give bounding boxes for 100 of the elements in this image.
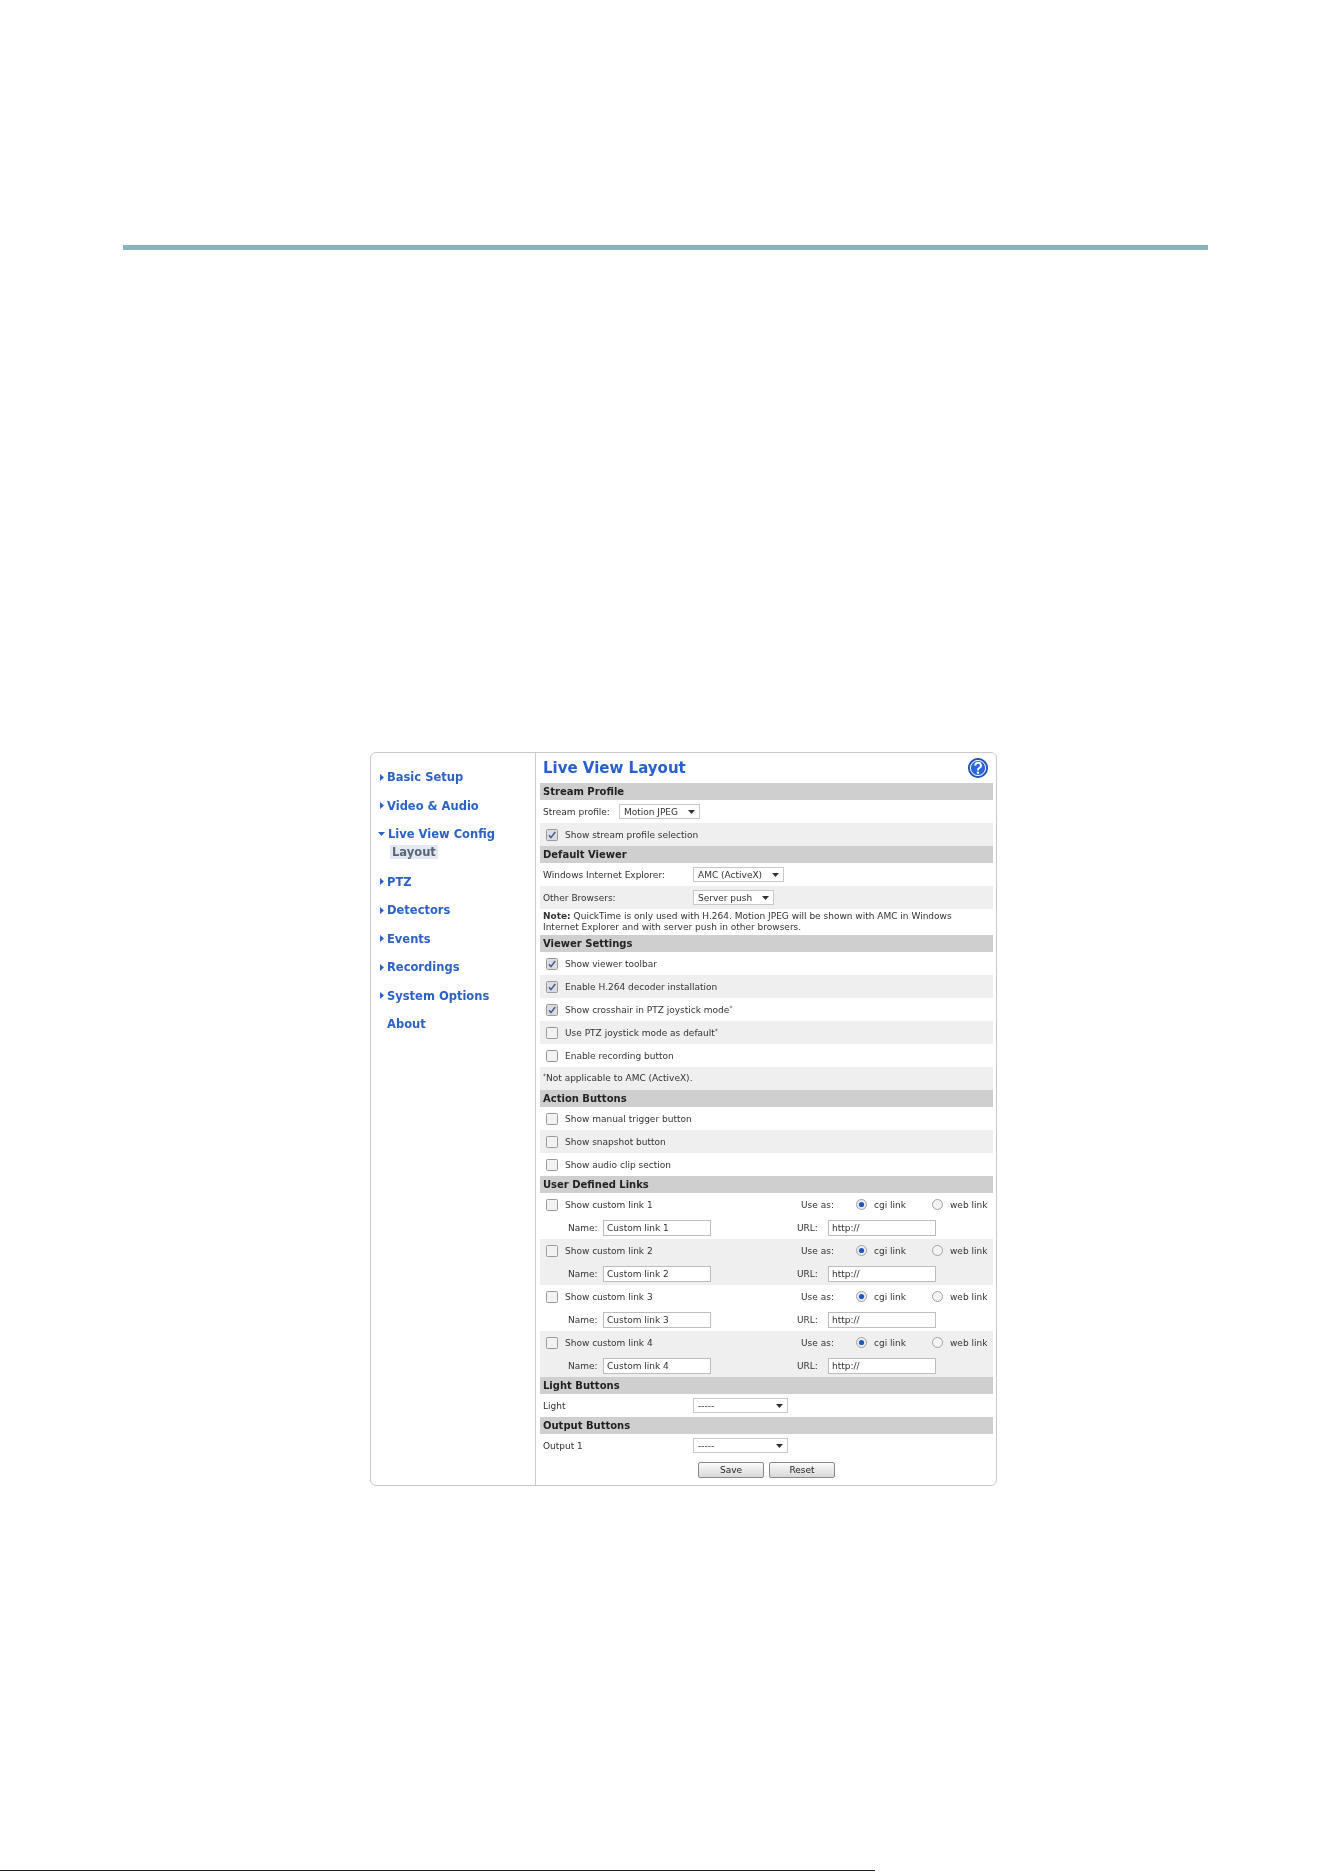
checkbox-label: Show manual trigger button <box>565 1113 692 1124</box>
text-field[interactable]: Custom link 2 <box>603 1265 711 1282</box>
field-label: Name: <box>568 1268 599 1279</box>
text-field[interactable]: http:// <box>828 1357 936 1374</box>
checkbox-label: Show custom link 4 <box>565 1337 653 1348</box>
text-field[interactable]: Custom link 1 <box>603 1219 711 1236</box>
sidebar-link[interactable]: System Options <box>380 988 490 1003</box>
checkbox[interactable] <box>546 1112 558 1125</box>
radio-button[interactable] <box>932 1199 943 1210</box>
text-field[interactable]: http:// <box>828 1265 936 1282</box>
field-label: Use as: <box>801 1337 835 1348</box>
radio-button[interactable] <box>856 1337 867 1348</box>
radio-label: cgi link <box>874 1199 906 1210</box>
checkbox-label: Enable H.264 decoder installation <box>565 981 718 992</box>
radio-label: web link <box>950 1245 988 1256</box>
caret-down-icon <box>776 1443 783 1448</box>
checkbox[interactable] <box>546 1049 558 1062</box>
section-header: Default Viewer <box>540 846 993 863</box>
text-field[interactable]: http:// <box>828 1311 936 1328</box>
checkbox-label: Show custom link 2 <box>565 1245 653 1256</box>
radio-button[interactable] <box>932 1291 943 1302</box>
section-header: Action Buttons <box>540 1090 993 1107</box>
field-label: Other Browsers: <box>543 892 617 903</box>
radio-label: web link <box>950 1199 988 1210</box>
checkbox-label: Show viewer toolbar <box>565 958 657 969</box>
field-label: Light <box>543 1400 567 1411</box>
checkbox[interactable] <box>546 1135 558 1148</box>
section-header: Stream Profile <box>540 783 993 800</box>
field-label: URL: <box>797 1222 819 1233</box>
field-label: Stream profile: <box>543 806 610 817</box>
text-field[interactable]: Custom link 4 <box>603 1357 711 1374</box>
caret-down-icon <box>776 1403 783 1408</box>
help-icon[interactable] <box>968 758 988 778</box>
field-label: Use as: <box>801 1291 835 1302</box>
field-label: Name: <box>568 1314 599 1325</box>
sidebar-subitem[interactable]: Layout <box>390 845 438 859</box>
checkbox-label: Use PTZ joystick mode as default$^{*}$ <box>565 1027 718 1038</box>
section-header: Output Buttons <box>540 1417 993 1434</box>
dropdown[interactable]: Server push <box>693 890 775 905</box>
radio-button[interactable] <box>932 1337 943 1348</box>
field-label: Use as: <box>801 1199 835 1210</box>
section-header: Light Buttons <box>540 1377 993 1394</box>
page-title: Live View Layout <box>543 759 686 777</box>
checkbox-label: Show audio clip section <box>565 1159 671 1170</box>
field-label: Name: <box>568 1222 599 1233</box>
section-header: Viewer Settings <box>540 935 993 952</box>
checkbox[interactable] <box>546 1198 558 1211</box>
sidebar-link[interactable]: PTZ <box>380 874 412 889</box>
checkbox-label: Enable recording button <box>565 1050 674 1061</box>
checkbox[interactable] <box>546 1158 558 1171</box>
note-text: Note: QuickTime is only used with H.264. Motion JPEG will be shown with AMC in Windows Internet Explorer and with server push in other browsers. <box>543 911 953 933</box>
dropdown[interactable]: Motion JPEG <box>618 804 700 819</box>
checkbox-label: Show stream profile selection <box>565 829 699 840</box>
checkbox-label: Show custom link 1 <box>565 1199 653 1210</box>
dropdown[interactable]: ----- <box>693 1398 788 1413</box>
field-label: Use as: <box>801 1245 835 1256</box>
field-label: Output 1 <box>543 1440 584 1451</box>
checkbox-label: Show snapshot button <box>565 1136 666 1147</box>
sidebar-link[interactable]: Basic Setup <box>380 770 464 784</box>
checkbox[interactable] <box>546 1003 558 1016</box>
section-header: User Defined Links <box>540 1176 993 1193</box>
radio-label: cgi link <box>874 1245 906 1256</box>
sidebar-link[interactable]: Video & Audio <box>380 798 479 813</box>
field-label: Windows Internet Explorer: <box>543 869 666 880</box>
radio-button[interactable] <box>856 1291 867 1302</box>
radio-label: web link <box>950 1337 988 1348</box>
text-field[interactable]: http:// <box>828 1219 936 1236</box>
radio-button[interactable] <box>856 1199 867 1210</box>
checkbox[interactable] <box>546 1290 558 1303</box>
checkbox[interactable] <box>546 1336 558 1349</box>
radio-label: cgi link <box>874 1291 906 1302</box>
dropdown[interactable]: ----- <box>693 1438 788 1453</box>
form-button[interactable]: Save <box>698 1462 764 1478</box>
radio-label: cgi link <box>874 1337 906 1348</box>
field-label: URL: <box>797 1314 819 1325</box>
checkbox[interactable] <box>546 1026 558 1039</box>
sidebar-link[interactable]: Recordings <box>380 960 460 974</box>
checkbox[interactable] <box>546 1244 558 1257</box>
note-text: $^{*}$Not applicable to AMC (ActiveX). <box>543 1073 693 1084</box>
caret-down-icon <box>772 872 780 877</box>
field-label: URL: <box>797 1360 819 1371</box>
text-field[interactable]: Custom link 3 <box>603 1311 711 1328</box>
checkbox[interactable] <box>546 957 558 970</box>
checkbox-label: Show custom link 3 <box>565 1291 653 1302</box>
dropdown[interactable]: AMC (ActiveX) <box>693 867 785 882</box>
radio-button[interactable] <box>932 1245 943 1256</box>
sidebar-link[interactable]: Live View Config <box>380 827 495 841</box>
field-label: URL: <box>797 1268 819 1279</box>
form-button[interactable]: Reset <box>769 1462 835 1478</box>
sidebar-link[interactable]: Detectors <box>380 903 451 917</box>
caret-down-icon <box>762 895 770 900</box>
checkbox[interactable] <box>546 828 558 841</box>
checkbox-label: Show crosshair in PTZ joystick mode$^{*}$ <box>565 1004 733 1015</box>
sidebar-link[interactable]: About <box>380 1017 426 1031</box>
radio-button[interactable] <box>856 1245 867 1256</box>
checkbox[interactable] <box>546 980 558 993</box>
radio-label: web link <box>950 1291 988 1302</box>
caret-down-icon <box>688 809 695 814</box>
sidebar-link[interactable]: Events <box>380 931 431 946</box>
field-label: Name: <box>568 1360 599 1371</box>
